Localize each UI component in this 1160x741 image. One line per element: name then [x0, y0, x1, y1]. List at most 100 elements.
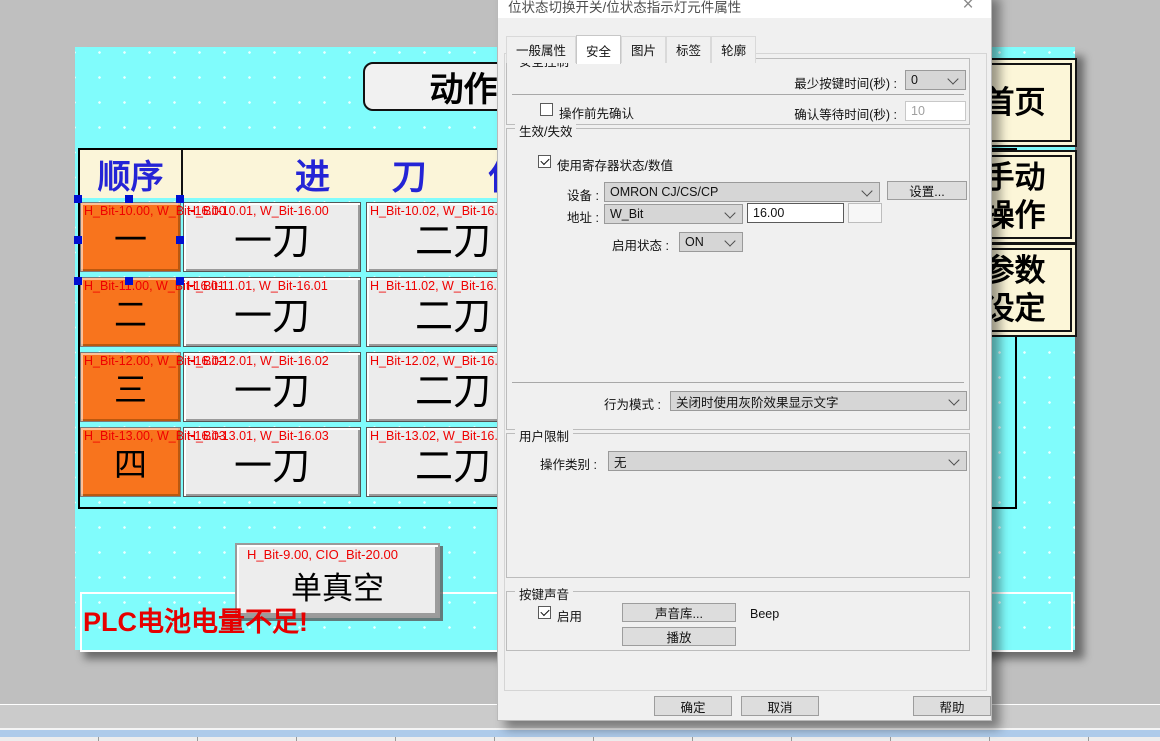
seq-button-3[interactable]: H_Bit-12.00, W_Bit-16.02 三 — [80, 352, 181, 422]
seq-button-2[interactable]: H_Bit-11.00, W_Bit-16.01 二 — [80, 277, 181, 347]
selection-handle[interactable] — [74, 277, 82, 285]
group-safety-control: 安全控制 最少按键时间(秒) : 0 操作前先确认 确认等待时间(秒) : 10 — [506, 58, 970, 125]
confirm-wait-label: 确认等待时间(秒) : — [794, 104, 897, 123]
nav-param-label-1: 参数 — [984, 252, 1046, 290]
behavior-mode-value: 关闭时使用灰阶效果显示文字 — [671, 392, 946, 411]
taskbar-strip — [0, 730, 1160, 737]
selection-handle[interactable] — [176, 277, 184, 285]
app-window: 动作 顺序 进 刀 使用 H_Bit-10.00, W_Bit-16.00 一 … — [0, 0, 1160, 741]
tab-picture[interactable]: 图片 — [621, 36, 666, 63]
operation-class-select[interactable]: 无 — [608, 451, 967, 471]
address-label: H_Bit-13.02, W_Bit-16.03 — [370, 429, 512, 443]
address-value-input[interactable]: 16.00 — [747, 203, 844, 223]
group-key-sound: 按键声音 启用 声音库... Beep 播放 — [506, 591, 970, 651]
operation-class-label: 操作类别 : — [540, 454, 597, 473]
sound-enable-label: 启用 — [557, 606, 582, 625]
address-label: H_Bit-12.02, W_Bit-16.02 — [370, 354, 512, 368]
help-label: 帮助 — [939, 697, 964, 716]
sound-name: Beep — [750, 607, 779, 621]
address-label: H_Bit-13.00, W_Bit-16.03 — [84, 429, 226, 443]
selection-handle[interactable] — [74, 236, 82, 244]
tab-general[interactable]: 一般属性 — [506, 36, 576, 63]
address-label: H_Bit-10.02, W_Bit-16.00 — [370, 204, 512, 218]
seq-button-4[interactable]: H_Bit-13.00, W_Bit-16.03 四 — [80, 427, 181, 497]
confirm-wait-input[interactable]: 10 — [905, 101, 966, 121]
address-type-label: 地址 : — [567, 207, 599, 226]
screen-title: 动作 — [430, 62, 498, 111]
address-label: H_Bit-12.00, W_Bit-16.02 — [84, 354, 226, 368]
selection-handle[interactable] — [74, 195, 82, 203]
seq-text: 一 — [114, 213, 147, 261]
properties-dialog: 位状态切换开关/位状态指示灯元件属性 × 一般属性 安全 图片 标签 轮廓 安全… — [497, 0, 992, 721]
address-type-select[interactable]: W_Bit — [604, 204, 743, 224]
device-label: 设备 : — [567, 185, 599, 204]
enable-state-label: 启用状态 : — [612, 235, 669, 254]
seq-text: 四 — [114, 438, 147, 486]
address-extra-box — [848, 203, 882, 223]
behavior-mode-select[interactable]: 关闭时使用灰阶效果显示文字 — [670, 391, 967, 411]
tab-outline[interactable]: 轮廓 — [711, 36, 756, 63]
address-label: H_Bit-11.00, W_Bit-16.01 — [84, 279, 225, 293]
group-user-restriction: 用户限制 操作类别 : 无 — [506, 433, 970, 578]
ok-label: 确定 — [680, 697, 705, 716]
operation-class-value: 无 — [609, 452, 946, 471]
enable-state-select[interactable]: ON — [679, 232, 743, 252]
device-value: OMRON CJ/CS/CP — [605, 185, 859, 199]
address-type-value: W_Bit — [605, 207, 722, 221]
help-button[interactable]: 帮助 — [913, 696, 991, 716]
seq-text: 二 — [114, 288, 147, 336]
selection-handle[interactable] — [125, 277, 133, 285]
group-enable-disable: 生效/失效 使用寄存器状态/数值 设备 : OMRON CJ/CS/CP 设置.… — [506, 128, 970, 430]
enable-state-value: ON — [680, 235, 722, 249]
tab-strip: 一般属性 安全 图片 标签 轮廓 — [506, 34, 756, 63]
group-label: 生效/失效 — [515, 121, 576, 140]
sound-play-button[interactable]: 播放 — [622, 627, 736, 646]
nav-manual-label-2: 操作 — [984, 197, 1046, 235]
ok-button[interactable]: 确定 — [654, 696, 732, 716]
cancel-label: 取消 — [767, 697, 792, 716]
horizontal-ruler — [0, 737, 1160, 741]
chevron-down-icon — [948, 394, 959, 405]
sound-library-label: 声音库... — [655, 603, 703, 622]
use-register-checkbox[interactable] — [538, 155, 551, 168]
device-select[interactable]: OMRON CJ/CS/CP — [604, 182, 880, 202]
selection-handle[interactable] — [176, 236, 184, 244]
min-press-time-select[interactable]: 0 — [905, 70, 966, 90]
chevron-down-icon — [947, 73, 958, 84]
chevron-down-icon — [724, 235, 735, 246]
selection-handle[interactable] — [125, 195, 133, 203]
seq-text: 三 — [114, 363, 147, 411]
sound-play-label: 播放 — [666, 627, 691, 646]
address-label: H_Bit-10.00, W_Bit-16.00 — [84, 204, 226, 218]
seq-button-1[interactable]: H_Bit-10.00, W_Bit-16.00 一 — [80, 202, 181, 272]
sound-library-button[interactable]: 声音库... — [622, 603, 736, 622]
behavior-mode-label: 行为模式 : — [604, 394, 661, 413]
chevron-down-icon — [948, 454, 959, 465]
confirm-before-operate-checkbox[interactable] — [540, 103, 553, 116]
min-press-time-label: 最少按键时间(秒) : — [794, 73, 897, 92]
divider — [512, 94, 964, 95]
confirm-before-operate-label: 操作前先确认 — [559, 103, 634, 122]
header-seq-label: 顺序 — [98, 150, 164, 198]
device-settings-label: 设置... — [909, 181, 944, 200]
confirm-wait-value: 10 — [911, 104, 925, 118]
nav-param-label-2: 设定 — [984, 290, 1046, 328]
nav-home-label: 首页 — [984, 84, 1046, 122]
tab-security[interactable]: 安全 — [576, 35, 621, 64]
close-icon[interactable]: × — [957, 0, 979, 16]
selection-handle[interactable] — [176, 195, 184, 203]
address-label: H_Bit-11.02, W_Bit-16.01 — [370, 279, 511, 293]
group-label: 按键声音 — [515, 584, 573, 603]
cancel-button[interactable]: 取消 — [741, 696, 819, 716]
tab-label[interactable]: 标签 — [666, 36, 711, 63]
header-seq-cell[interactable]: 顺序 — [80, 150, 183, 198]
address-label: H_Bit-9.00, CIO_Bit-20.00 — [247, 547, 398, 562]
chevron-down-icon — [861, 185, 872, 196]
divider — [512, 382, 964, 383]
group-label: 用户限制 — [515, 426, 573, 445]
min-press-time-value: 0 — [906, 73, 945, 87]
device-settings-button[interactable]: 设置... — [887, 181, 967, 200]
sound-enable-checkbox[interactable] — [538, 606, 551, 619]
dialog-titlebar[interactable]: 位状态切换开关/位状态指示灯元件属性 × — [498, 0, 991, 18]
chevron-down-icon — [724, 207, 735, 218]
